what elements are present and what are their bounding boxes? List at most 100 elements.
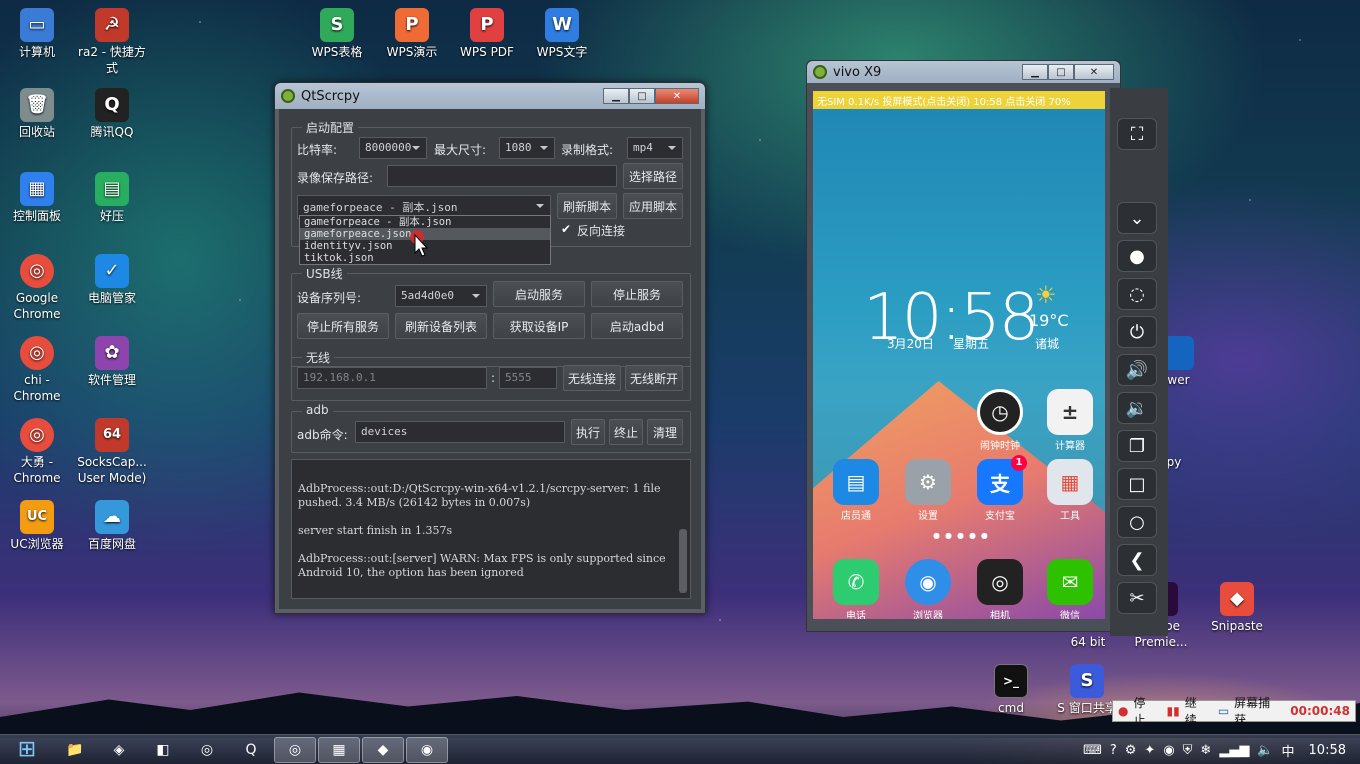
bitrate-combo[interactable]: 8000000 [359, 137, 427, 159]
taskbar-qtscrcpy-icon[interactable]: ◉ [406, 736, 448, 763]
desktop-icon-snipaste[interactable]: ◆ Snipaste [1200, 582, 1274, 634]
screen-capture-button[interactable]: 屏幕捕获 [1229, 694, 1285, 728]
desktop-icon-dayong-chrome[interactable]: ◎ 大勇 - Chrome [0, 418, 74, 486]
desktop-icon-cmd[interactable]: >_ cmd [974, 664, 1048, 716]
refresh-devices-button[interactable]: 刷新设备列表 [395, 313, 487, 339]
scissors-icon[interactable]: ✂ [1117, 582, 1157, 614]
app-calculator[interactable]: ± 计算器 [1041, 389, 1099, 452]
wireless-connect-button[interactable]: 无线连接 [563, 365, 621, 391]
taskbar-app-icon[interactable]: ▦ [318, 736, 360, 763]
resume-record-button[interactable]: 继续 [1180, 694, 1213, 728]
stop-record-button[interactable]: 停止 [1133, 694, 1161, 728]
wireless-port-input[interactable]: 5555 [499, 367, 557, 389]
log-output[interactable]: AdbProcess::out:D:/QtScrcpy-win-x64-v1.2… [291, 459, 691, 599]
wireless-ip-input[interactable]: 192.168.0.1 [297, 367, 487, 389]
maximize-button[interactable]: □ [1048, 64, 1074, 80]
desktop-icon-wps-slides[interactable]: P WPS演示 [375, 8, 449, 60]
taskbar-app-icon[interactable]: ◎ [186, 737, 228, 763]
phone-titlebar[interactable]: vivo X9 ▁ □ ✕ [807, 61, 1120, 83]
refresh-script-button[interactable]: 刷新脚本 [557, 193, 617, 219]
desktop-icon-control-panel[interactable]: ▦ 控制面板 [0, 172, 74, 224]
adb-command-input[interactable]: devices [355, 421, 565, 443]
taskbar-app-icon[interactable]: ◆ [362, 736, 404, 763]
signal-icon[interactable]: ▂▄▆ [1219, 743, 1249, 758]
volume-down-icon[interactable]: 🔉 [1117, 392, 1157, 424]
desktop-icon-wps-writer[interactable]: W WPS文字 [525, 8, 599, 60]
start-service-button[interactable]: 启动服务 [493, 281, 585, 307]
desktop-icon-wps-sheets[interactable]: S WPS表格 [300, 8, 374, 60]
phone-screen[interactable]: 无SIM 0.1K/s 投屏模式(点击关闭) 10:58 点击关闭 70% 10… [813, 91, 1105, 619]
app-switch-icon[interactable]: ❐ [1117, 430, 1157, 462]
app-wechat[interactable]: ✉ 微信 [1041, 559, 1099, 619]
qtscrcpy-titlebar[interactable]: QtScrcpy ▁ □ ✕ [275, 83, 705, 109]
taskbar-app-icon[interactable]: ◧ [142, 737, 184, 763]
snowflake-icon[interactable]: ❄ [1200, 743, 1211, 758]
desktop-icon-computer[interactable]: ▭ 计算机 [0, 8, 74, 60]
desktop-icon-haozip[interactable]: ▤ 好压 [75, 172, 149, 224]
stop-service-button[interactable]: 停止服务 [591, 281, 683, 307]
app-tools[interactable]: ▦ 工具 [1041, 459, 1099, 522]
desktop-icon-recycle-bin[interactable]: 🗑 回收站 [0, 88, 74, 140]
taskbar-app-icon[interactable]: ◈ [98, 737, 140, 763]
desktop-icon-ra2[interactable]: ☭ ra2 - 快捷方式 [75, 8, 149, 76]
desktop-icon-software-manager[interactable]: ✿ 软件管理 [75, 336, 149, 388]
reverse-connect-checkbox[interactable]: ✔ [561, 222, 571, 236]
network-icon[interactable]: ⚙ [1125, 743, 1137, 758]
start-adbd-button[interactable]: 启动adbd [591, 313, 683, 339]
desktop-icon-sockscap[interactable]: 64 SocksCap... User Mode) [75, 418, 149, 486]
max-size-combo[interactable]: 1080 [499, 137, 555, 159]
back-arrow-icon[interactable]: ❮ [1117, 544, 1157, 576]
wireless-disconnect-button[interactable]: 无线断开 [625, 365, 683, 391]
get-device-ip-button[interactable]: 获取设备IP [493, 313, 585, 339]
apply-script-button[interactable]: 应用脚本 [623, 193, 683, 219]
taskbar-qq-icon[interactable]: Q [230, 737, 272, 763]
desktop-icon-pc-manager[interactable]: ✓ 电脑管家 [75, 254, 149, 306]
terminate-button[interactable]: 终止 [609, 419, 643, 445]
taskbar-chrome-icon[interactable]: ◎ [274, 736, 316, 763]
close-button[interactable]: ✕ [655, 88, 699, 104]
touch-dot-icon[interactable]: ● [1117, 240, 1157, 272]
clear-button[interactable]: 清理 [647, 419, 683, 445]
home-circle-icon[interactable]: ○ [1117, 506, 1157, 538]
minimize-button[interactable]: ▁ [1022, 64, 1048, 80]
log-scrollbar[interactable] [679, 529, 687, 593]
execute-button[interactable]: 执行 [571, 419, 605, 445]
volume-icon[interactable]: 🔈 [1257, 743, 1273, 758]
desktop-icon-64bit-label[interactable]: 64 bit [1058, 634, 1118, 650]
taskbar-clock[interactable]: 10:58 [1309, 743, 1346, 758]
expand-notifications-icon[interactable]: ⌄ [1117, 202, 1157, 234]
menu-square-icon[interactable]: □ [1117, 468, 1157, 500]
taskbar-explorer-icon[interactable]: 📁 [54, 737, 96, 763]
app-settings[interactable]: ⚙ 设置 [899, 459, 957, 522]
volume-up-icon[interactable]: 🔊 [1117, 354, 1157, 386]
app-camera[interactable]: ◎ 相机 [971, 559, 1029, 619]
desktop-icon-chi-chrome[interactable]: ◎ chi - Chrome [0, 336, 74, 404]
close-button[interactable]: ✕ [1074, 64, 1114, 80]
app-alipay[interactable]: 支 1 支付宝 [971, 455, 1029, 522]
stop-all-services-button[interactable]: 停止所有服务 [297, 313, 389, 339]
bluetooth-icon[interactable]: ✦ [1144, 743, 1155, 758]
start-button[interactable]: ⊞ [2, 737, 52, 763]
script-option[interactable]: gameforpeace - 副本.json [300, 216, 550, 228]
desktop-icon-wps-pdf[interactable]: P WPS PDF [450, 8, 524, 60]
help-icon[interactable]: ? [1110, 743, 1117, 758]
desktop-icon-google-chrome[interactable]: ◎ Google Chrome [0, 254, 74, 322]
app-phone[interactable]: ✆ 电话 [827, 559, 885, 619]
shield-icon[interactable]: ⛨ [1183, 743, 1193, 758]
save-path-input[interactable] [387, 165, 617, 187]
app-clock[interactable]: ◷ 闹钟时钟 [971, 389, 1029, 452]
app-dianyuantong[interactable]: ▤ 店员通 [827, 459, 885, 522]
serial-combo[interactable]: 5ad4d0e0 [395, 285, 487, 307]
ime-icon[interactable]: 中 [1282, 741, 1295, 760]
power-icon[interactable]: ⏻ [1117, 316, 1157, 348]
app-browser[interactable]: ◉ 浏览器 [899, 559, 957, 619]
phone-window[interactable]: vivo X9 ▁ □ ✕ 无SIM 0.1K/s 投屏模式(点击关闭) 10:… [806, 60, 1121, 632]
record-icon[interactable]: ◉ [1163, 743, 1174, 758]
maximize-button[interactable]: □ [629, 88, 655, 104]
screen-off-icon[interactable]: ◌ [1117, 278, 1157, 310]
record-format-combo[interactable]: mp4 [627, 137, 683, 159]
fullscreen-icon[interactable]: ⛶ [1117, 118, 1157, 150]
minimize-button[interactable]: ▁ [603, 88, 629, 104]
keyboard-icon[interactable]: ⌨ [1083, 743, 1102, 758]
desktop-icon-qq[interactable]: Q 腾讯QQ [75, 88, 149, 140]
